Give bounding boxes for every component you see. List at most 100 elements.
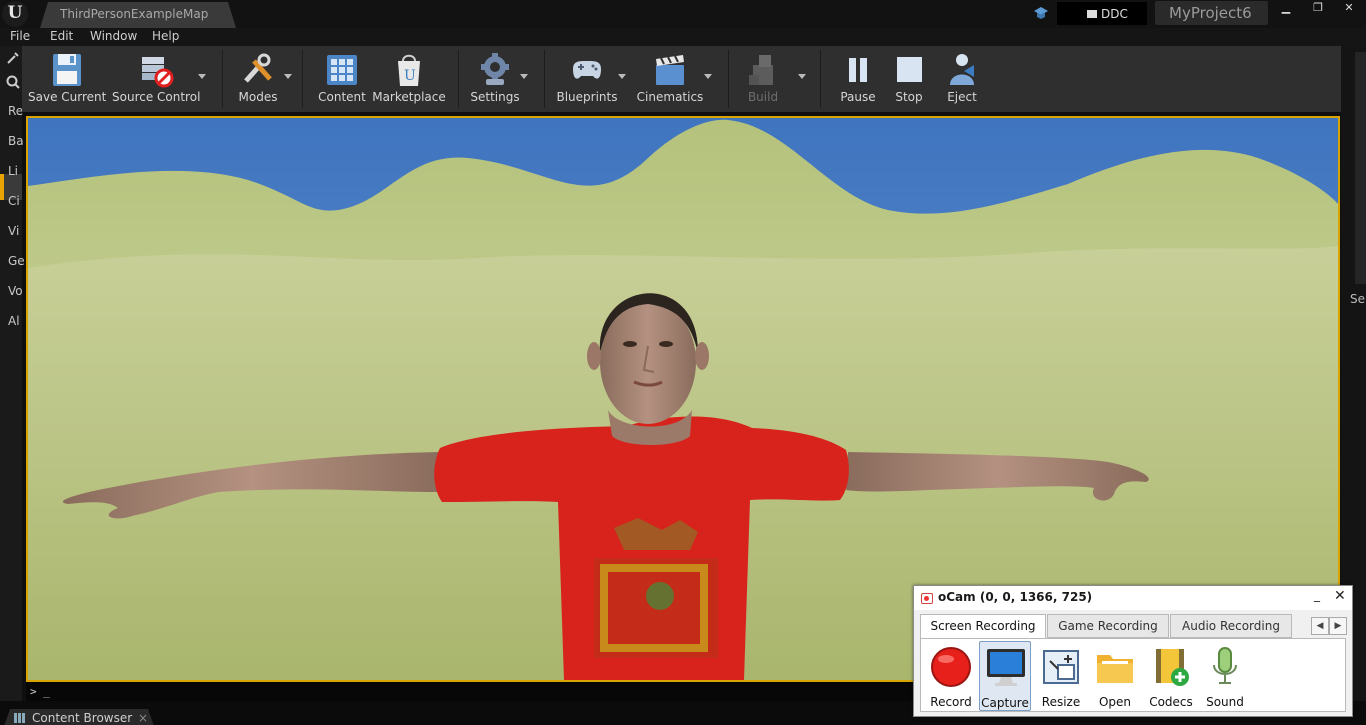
minimize-button[interactable]: ▁ [1270,0,1302,17]
gear-icon [481,53,509,85]
codecs-button[interactable]: Codecs [1145,641,1197,711]
resize-icon [1043,650,1079,684]
monitor-icon [987,649,1025,686]
shopping-bag-icon: U [398,54,420,86]
blueprints-dropdown-icon[interactable] [618,74,626,79]
editor-window: U ThirdPersonExampleMap DDC MyProject6 ▁… [0,0,1366,725]
modes-button[interactable]: Modes [228,46,292,112]
codecs-label: Codecs [1149,695,1193,709]
eject-person-icon [950,54,974,85]
gamepad-icon [573,61,601,79]
content-browser-icon [14,713,25,723]
content-button[interactable]: Content [314,46,370,112]
close-button[interactable]: ✕ [1334,0,1364,17]
ocam-title: oCam (0, 0, 1366, 725) [938,590,1093,604]
tab-scroll-arrows: ◀ ▶ [1311,617,1347,635]
tab-scroll-left-button[interactable]: ◀ [1311,617,1329,635]
menu-bar: File Edit Window Help [0,28,1366,46]
modes-item-all-classes[interactable]: Al [8,314,20,328]
record-button[interactable]: Record [925,641,977,711]
modes-item-visual[interactable]: Vi [8,224,19,238]
toolbar-separator [820,50,821,108]
modes-item-cinematic[interactable]: Ci [8,194,20,208]
ddc-label: DDC [1101,7,1128,21]
tab-third-person-example-map[interactable]: ThirdPersonExampleMap [40,2,236,28]
modes-item-geometry[interactable]: Ge [8,254,25,268]
microphone-icon [1213,647,1237,684]
stop-icon [897,57,922,82]
maximize-button[interactable]: ❐ [1302,0,1334,17]
doc-tab-label: ThirdPersonExampleMap [60,7,209,21]
modes-item-lights[interactable]: Li [8,164,18,178]
content-browser-label: Content Browser [32,711,133,725]
source-control-dropdown-icon[interactable] [198,74,206,79]
ddc-indicator[interactable]: DDC [1057,2,1147,25]
svg-text:U: U [404,68,416,84]
tab-content-browser[interactable]: Content Browser [4,709,154,725]
wrench-icon[interactable] [5,50,21,66]
eject-button[interactable]: Eject [938,46,986,112]
tab-game-recording[interactable]: Game Recording [1047,614,1169,638]
resize-label: Resize [1041,695,1081,709]
modes-panel: Re Ba Li Ci Vi Ge Vo Al [0,46,25,701]
settings-button[interactable]: Settings [466,46,528,112]
modes-label: Modes [238,90,278,104]
modes-item-basic[interactable]: Ba [8,134,24,148]
modes-item-volumes[interactable]: Vo [8,284,23,298]
source-control-label: Source Control [112,90,201,104]
menu-window[interactable]: Window [90,29,137,43]
menu-edit[interactable]: Edit [50,29,73,43]
tools-icon [244,53,272,83]
pause-button[interactable]: Pause [832,46,884,112]
record-label: Record [930,695,972,709]
modes-item-recent[interactable]: Re [8,104,23,118]
stop-button[interactable]: Stop [886,46,932,112]
tab-audio-recording[interactable]: Audio Recording [1170,614,1292,638]
tab-scroll-right-button[interactable]: ▶ [1329,617,1347,635]
toolbar-separator [302,50,303,108]
unreal-logo-icon[interactable]: U [2,1,28,27]
ocam-titlebar[interactable]: oCam (0, 0, 1366, 725) _ ✕ [914,586,1352,610]
save-current-button[interactable]: Save Current [28,46,106,112]
menu-file[interactable]: File [10,29,30,43]
graduation-cap-icon[interactable] [1033,5,1049,21]
cinematics-button[interactable]: Cinematics [632,46,712,112]
ocam-minimize-button[interactable]: _ [1314,588,1320,602]
scrollbar[interactable] [1355,52,1366,284]
blueprints-button[interactable]: Blueprints [554,46,626,112]
toolbar-separator [458,50,459,108]
clapperboard-icon [656,55,684,85]
search-icon[interactable] [5,74,21,90]
menu-help[interactable]: Help [152,29,179,43]
save-current-label: Save Current [28,90,107,104]
settings-label: Settings [470,90,520,104]
folder-icon [1097,655,1133,683]
pause-label: Pause [840,90,876,104]
ddc-icon [1087,10,1097,18]
cinematics-dropdown-icon[interactable] [704,74,712,79]
content-label: Content [318,90,366,104]
open-label: Open [1098,695,1132,709]
capture-label: Capture [981,696,1029,710]
modes-dropdown-icon[interactable] [284,74,292,79]
close-tab-icon[interactable]: × [138,711,148,725]
toolbar-separator [222,50,223,108]
content-grid-icon [327,55,357,85]
stop-label: Stop [895,90,923,104]
ocam-close-button[interactable]: ✕ [1334,588,1346,604]
open-button[interactable]: Open [1089,641,1141,711]
marketplace-button[interactable]: U Marketplace [372,46,446,112]
blueprints-label: Blueprints [556,90,618,104]
build-dropdown-icon[interactable] [798,74,806,79]
tab-screen-recording[interactable]: Screen Recording [920,614,1046,640]
toolbar-separator [544,50,545,108]
sound-button[interactable]: Sound [1199,641,1251,711]
resize-button[interactable]: Resize [1035,641,1087,711]
marketplace-label: Marketplace [372,90,446,104]
capture-button[interactable]: Capture [979,641,1031,711]
source-control-button[interactable]: Source Control [112,46,206,112]
build-button[interactable]: Build [738,46,806,112]
build-blocks-icon [749,55,773,85]
pause-icon [849,58,867,82]
settings-dropdown-icon[interactable] [520,74,528,79]
